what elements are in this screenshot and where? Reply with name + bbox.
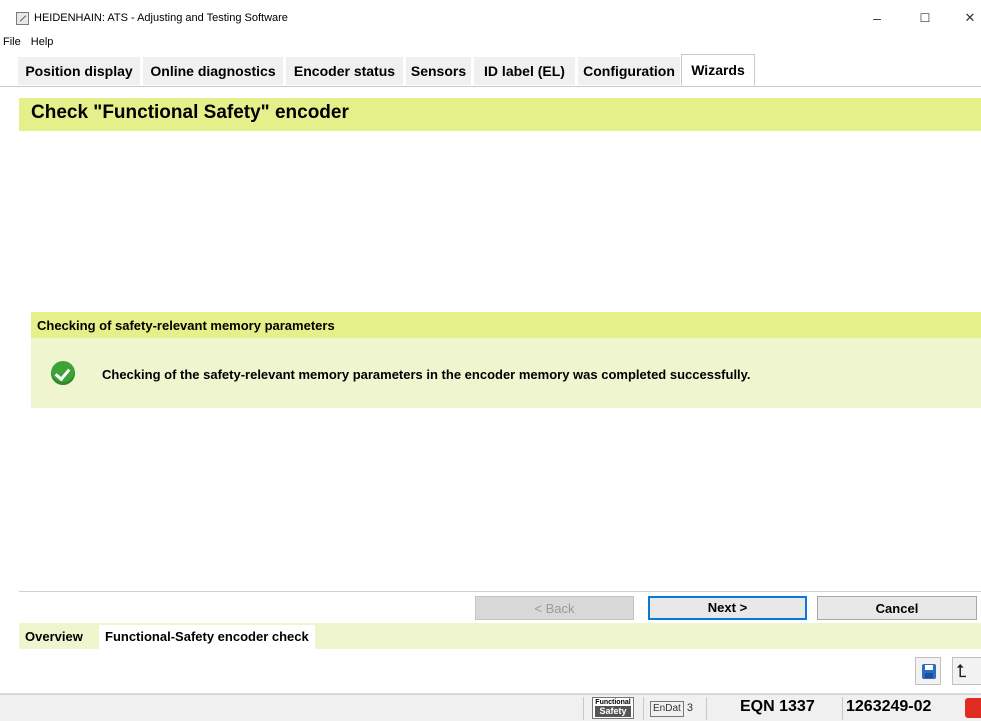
back-button[interactable]: < Back — [475, 596, 634, 620]
endat-badge: EnDat 3 — [650, 697, 693, 719]
maximize-button[interactable]: ☐ — [905, 6, 945, 30]
wizard-header: Check "Functional Safety" encoder — [19, 98, 981, 131]
tab-sensors[interactable]: Sensors — [406, 57, 471, 85]
update-button[interactable]: ⮤ — [952, 657, 981, 685]
menu-bar: File Help — [0, 36, 55, 52]
section-header: Checking of safety-relevant memory param… — [31, 312, 981, 338]
tab-functional-safety-check[interactable]: Functional-Safety encoder check — [99, 625, 315, 649]
main-tabbar: Position display Online diagnostics Enco… — [0, 54, 981, 87]
tab-configuration[interactable]: Configuration — [578, 57, 680, 85]
save-button[interactable] — [915, 657, 941, 685]
status-bar — [0, 694, 981, 721]
menu-help[interactable]: Help — [31, 36, 54, 48]
save-icon — [922, 664, 936, 679]
check-circle-icon — [51, 361, 75, 385]
toolbar: ⮤ — [0, 649, 981, 694]
fs-badge-line1: Functional — [595, 699, 631, 706]
encoder-model: EQN 1337 — [740, 698, 815, 715]
functional-safety-badge: Functional Safety — [592, 697, 634, 719]
endat-version: 3 — [686, 702, 693, 714]
app-icon — [16, 12, 29, 25]
next-button[interactable]: Next > — [648, 596, 807, 620]
minimize-button[interactable]: – — [857, 6, 897, 30]
tab-id-label[interactable]: ID label (EL) — [474, 57, 575, 85]
title-bar: HEIDENHAIN: ATS - Adjusting and Testing … — [0, 0, 981, 36]
window-title: HEIDENHAIN: ATS - Adjusting and Testing … — [34, 12, 288, 24]
endat-label: EnDat — [650, 701, 684, 717]
tab-overview[interactable]: Overview — [25, 625, 83, 649]
encoder-serial: 1263249-02 — [846, 698, 932, 715]
section-title: Checking of safety-relevant memory param… — [37, 318, 335, 333]
disconnect-icon[interactable] — [965, 698, 981, 718]
wizard-title: Check "Functional Safety" encoder — [31, 102, 349, 123]
tab-position-display[interactable]: Position display — [18, 57, 140, 85]
section-body: Checking of the safety-relevant memory p… — [31, 338, 981, 408]
wizard-tabs: Overview Functional-Safety encoder check — [19, 623, 981, 649]
update-arrow-icon: ⮤ — [956, 661, 967, 681]
tab-online-diagnostics[interactable]: Online diagnostics — [143, 57, 283, 85]
close-button[interactable]: ✕ — [950, 6, 981, 30]
menu-file[interactable]: File — [3, 36, 21, 48]
tab-encoder-status[interactable]: Encoder status — [286, 57, 403, 85]
divider — [19, 591, 981, 592]
success-message: Checking of the safety-relevant memory p… — [102, 367, 751, 382]
fs-badge-line2: Safety — [595, 706, 631, 717]
wizard-panel: Check "Functional Safety" encoder Checki… — [19, 93, 981, 623]
tab-wizards[interactable]: Wizards — [681, 54, 755, 86]
cancel-button[interactable]: Cancel — [817, 596, 977, 620]
